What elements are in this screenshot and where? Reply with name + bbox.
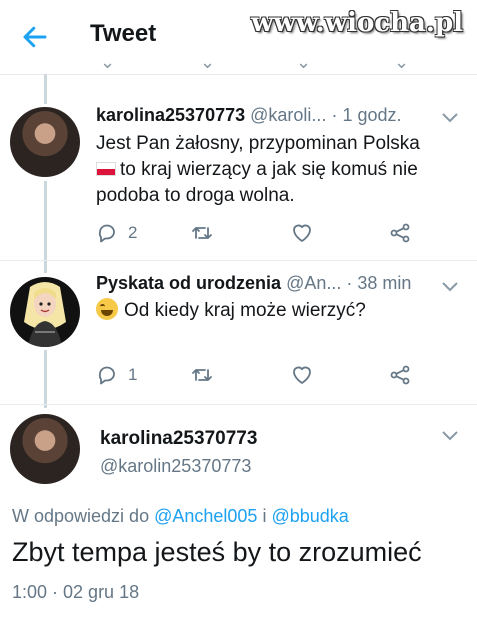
- divider: [0, 260, 477, 261]
- reply-count: 2: [128, 223, 138, 242]
- page-title: Tweet: [90, 20, 157, 47]
- tweet-text-line: podoba to droga wolna.: [96, 185, 295, 206]
- tweet-actions: 2: [96, 220, 426, 246]
- share-button[interactable]: [388, 220, 412, 246]
- watermark: www.wiocha.pl: [251, 8, 463, 38]
- retweet-icon: [192, 369, 212, 381]
- divider: [0, 74, 477, 75]
- reply-joiner: i: [262, 506, 267, 526]
- tears-of-joy-emoji-icon: [96, 298, 118, 320]
- heart-icon: [293, 224, 311, 242]
- tweet-text-line: Jest Pan żałosny, przypominan Polska: [96, 133, 420, 154]
- retweet-button[interactable]: [190, 220, 222, 246]
- author-handle[interactable]: @karoli...: [250, 105, 326, 125]
- reply-button[interactable]: 2: [96, 220, 137, 246]
- reply-user-link[interactable]: @Anchel005: [154, 506, 257, 526]
- like-button[interactable]: [290, 362, 322, 388]
- reply-prefix: W odpowiedzi do: [12, 506, 150, 526]
- tweet-text: Od kiedy kraj może wierzyć?: [96, 298, 456, 324]
- tweet-text: Jest Pan żałosny, przypominan Polska to …: [96, 131, 456, 209]
- tweet-actions: 1: [96, 362, 426, 388]
- chevron-down-icon[interactable]: [441, 281, 459, 293]
- heart-icon: [293, 366, 311, 384]
- divider: [0, 404, 477, 405]
- author-handle[interactable]: @karolin25370773: [100, 456, 251, 477]
- tweet-header: Pyskata od urodzenia @An... · 38 min: [96, 273, 411, 294]
- tweet-text-line: to kraj wierzący a jak się komuś nie: [96, 157, 456, 183]
- like-icon-partial: ⌄: [296, 60, 312, 72]
- like-button[interactable]: [290, 220, 322, 246]
- tweet-time: · 1 godz.: [331, 105, 402, 125]
- tweet-text-fragment: to kraj wierzący a jak się komuś nie: [120, 159, 418, 180]
- thread-line: [44, 350, 47, 408]
- reply-button[interactable]: 1: [96, 362, 137, 388]
- thread-line: [44, 74, 47, 104]
- share-icon: [390, 365, 410, 385]
- reply-context: W odpowiedzi do @Anchel005 i @bbudka: [12, 506, 349, 527]
- tweet-header: karolina25370773 @karoli... · 1 godz.: [96, 105, 402, 126]
- reply-icon-partial: ⌄: [100, 60, 116, 72]
- chevron-down-icon[interactable]: [441, 112, 459, 124]
- retweet-icon-partial: ⌄: [200, 60, 216, 72]
- tweet-time: · 38 min: [346, 273, 412, 293]
- cartoon-girl-icon: [24, 282, 66, 347]
- retweet-button[interactable]: [190, 362, 222, 388]
- author-name[interactable]: karolina25370773: [100, 428, 257, 450]
- focus-tweet-text: Zbyt tempa jesteś by to zrozumieć: [12, 537, 422, 567]
- reply-user-link[interactable]: @bbudka: [271, 506, 348, 526]
- chevron-down-icon[interactable]: [441, 430, 459, 442]
- share-icon-partial: ⌄: [394, 60, 410, 72]
- avatar[interactable]: [10, 414, 80, 484]
- avatar[interactable]: [10, 107, 80, 177]
- flag-poland-icon: [96, 162, 116, 176]
- tweet-text-fragment: Od kiedy kraj może wierzyć?: [124, 300, 366, 321]
- previous-tweet-actions-partial: ⌄ ⌄ ⌄ ⌄: [0, 60, 477, 74]
- reply-bubble-icon: [98, 224, 115, 243]
- share-icon: [390, 223, 410, 243]
- author-name[interactable]: Pyskata od urodzenia: [96, 273, 281, 293]
- share-button[interactable]: [388, 362, 412, 388]
- avatar[interactable]: [10, 277, 80, 347]
- reply-count: 1: [128, 365, 138, 384]
- author-handle[interactable]: @An...: [286, 273, 341, 293]
- arrow-left-icon[interactable]: [20, 22, 50, 52]
- reply-bubble-icon: [98, 366, 115, 385]
- tweet-text-line: Od kiedy kraj może wierzyć?: [96, 298, 456, 324]
- author-name[interactable]: karolina25370773: [96, 105, 245, 125]
- tweet-timestamp: 1:00 · 02 gru 18: [12, 582, 140, 602]
- retweet-icon: [192, 227, 212, 239]
